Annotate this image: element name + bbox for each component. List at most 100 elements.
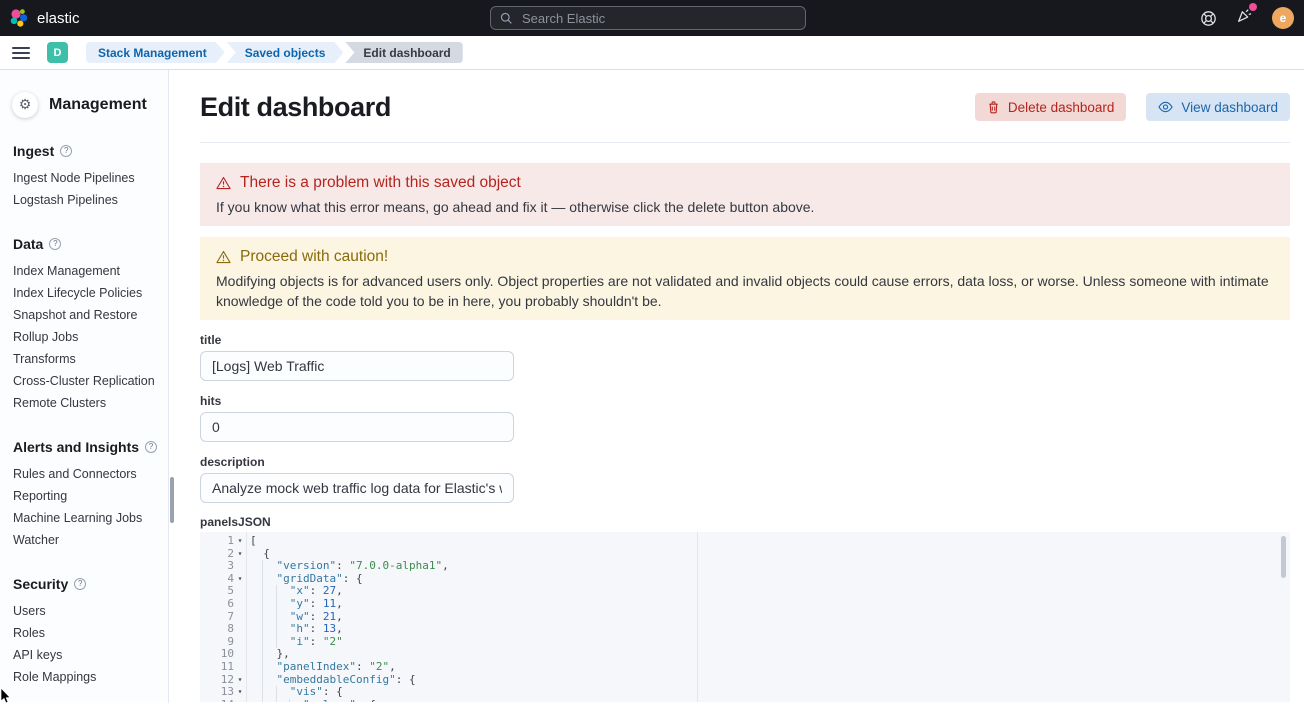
hits-field[interactable] [200,412,514,442]
sidebar-item-index-management[interactable]: Index Management [13,260,168,282]
elastic-logo[interactable]: elastic [0,8,80,28]
indent-guide [250,699,263,702]
fold-arrow-icon[interactable]: ▾ [234,686,246,699]
sidebar-item-remote-clusters[interactable]: Remote Clusters [13,392,168,414]
indent-spacer [263,674,276,687]
sidebar-item-rules-and-connectors[interactable]: Rules and Connectors [13,463,168,485]
indent-guide [250,573,263,586]
main-panel: Edit dashboard Delete dashboard [169,70,1304,703]
indent-spacer [290,699,303,702]
view-dashboard-label: View dashboard [1181,100,1278,115]
fold-arrow-icon[interactable]: ▾ [234,699,246,702]
delete-dashboard-button[interactable]: Delete dashboard [975,93,1127,121]
indent-guide [263,699,276,702]
sidebar-section-security: Security? [13,575,168,592]
panelsjson-code-editor[interactable]: 1▾[2▾{3"version": "7.0.0-alpha1",4▾"grid… [200,532,1290,702]
indent-spacer [263,648,276,661]
title-field[interactable] [200,351,514,381]
gutter-separator [246,532,247,702]
indent-guide [250,661,263,674]
breadcrumb-stack-management[interactable]: Stack Management [86,42,225,63]
editor-lines: 1▾[2▾{3"version": "7.0.0-alpha1",4▾"grid… [200,535,1290,702]
notification-dot [1249,3,1257,11]
code-line: 7"w": 21, [200,611,1290,624]
code-text: [ [246,535,257,548]
description-field[interactable] [200,473,514,503]
indent-spacer [277,598,290,611]
fold-arrow-icon[interactable]: ▾ [234,674,246,687]
indent-spacer [277,623,290,636]
sidebar-item-reporting[interactable]: Reporting [13,485,168,507]
section-help-icon: ? [74,578,86,590]
indent-guide [250,674,263,687]
sidebar-item-cross-cluster-replication[interactable]: Cross-Cluster Replication [13,370,168,392]
view-dashboard-button[interactable]: View dashboard [1146,93,1290,121]
help-lifering-icon[interactable] [1200,10,1217,27]
sidebar-item-users[interactable]: Users [13,600,168,622]
indent-guide [250,598,263,611]
search-input[interactable] [520,10,796,27]
sidebar-item-rollup-jobs[interactable]: Rollup Jobs [13,326,168,348]
sidebar-item-machine-learning-jobs[interactable]: Machine Learning Jobs [13,507,168,529]
sidebar-section-alerts-and-insights: Alerts and Insights? [13,438,168,455]
line-number: 8 [200,623,234,636]
sidebar-item-api-keys[interactable]: API keys [13,644,168,666]
menu-hamburger-icon[interactable] [8,40,34,66]
code-line: 5"x": 27, [200,585,1290,598]
code-text: { [246,548,270,561]
fold-spacer [234,648,246,661]
breadcrumb-saved-objects[interactable]: Saved objects [227,42,344,63]
user-avatar[interactable]: e [1272,7,1294,29]
indent-guide [277,699,290,702]
sidebar-item-logstash-pipelines[interactable]: Logstash Pipelines [13,189,168,211]
indent-spacer [263,661,276,674]
line-number: 1 [200,535,234,548]
sidebar-item-transforms[interactable]: Transforms [13,348,168,370]
line-number: 13 [200,686,234,699]
sidebar-item-role-mappings[interactable]: Role Mappings [13,666,168,688]
global-search[interactable] [490,6,806,30]
section-help-icon: ? [60,145,72,157]
alert-triangle-icon [216,176,231,190]
fold-arrow-icon[interactable]: ▾ [234,535,246,548]
line-number: 14 [200,699,234,702]
sidebar-item-snapshot-and-restore[interactable]: Snapshot and Restore [13,304,168,326]
indent-guide [263,611,276,624]
indent-guide [263,598,276,611]
elastic-logo-icon [9,8,29,28]
breadcrumbs: Stack ManagementSaved objectsEdit dashbo… [86,42,465,63]
print-margin-line [697,532,698,702]
indent-spacer [263,573,276,586]
code-line: 14▾"colors": { [200,699,1290,702]
panelsjson-label: panelsJSON [200,515,1290,529]
fold-arrow-icon[interactable]: ▾ [234,573,246,586]
sidebar-scrollbar[interactable] [170,477,174,523]
sidebar-item-ingest-node-pipelines[interactable]: Ingest Node Pipelines [13,167,168,189]
error-callout: There is a problem with this saved objec… [200,163,1290,226]
page-title: Edit dashboard [200,92,391,123]
code-line: 8"h": 13, [200,623,1290,636]
fold-arrow-icon[interactable]: ▾ [234,548,246,561]
fold-spacer [234,598,246,611]
warning-callout-body: Modifying objects is for advanced users … [216,271,1274,311]
saved-object-form: titlehitsdescription [200,333,1290,503]
space-badge[interactable]: D [47,42,68,63]
warning-triangle-icon [216,250,231,264]
newsfeed-button[interactable] [1236,7,1253,29]
management-sidebar: ⚙ Management Ingest?Ingest Node Pipeline… [0,70,169,703]
sidebar-item-watcher[interactable]: Watcher [13,529,168,551]
sidebar-title-row: ⚙ Management [12,92,168,118]
indent-guide [250,686,263,699]
code-line: 4▾"gridData": { [200,573,1290,586]
fold-spacer [234,661,246,674]
indent-guide [250,560,263,573]
mouse-cursor [0,688,12,704]
fold-spacer [234,560,246,573]
indent-spacer [277,585,290,598]
sidebar-item-index-lifecycle-policies[interactable]: Index Lifecycle Policies [13,282,168,304]
sidebar-title: Management [49,96,147,114]
editor-scrollbar[interactable] [1281,536,1286,578]
sidebar-item-roles[interactable]: Roles [13,622,168,644]
breadcrumb-edit-dashboard: Edit dashboard [345,42,462,63]
trash-icon [987,100,1000,114]
